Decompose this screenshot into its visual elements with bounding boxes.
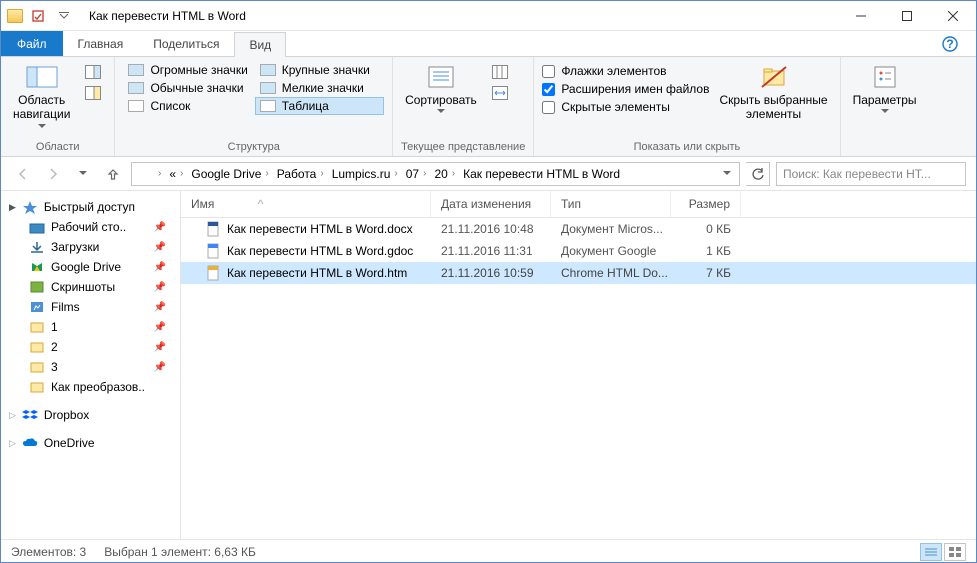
breadcrumb-segment[interactable]: Работа› — [273, 163, 328, 185]
tree-item[interactable]: Рабочий сто..📌 — [17, 217, 180, 237]
status-selected: Выбран 1 элемент: 6,63 КБ — [104, 545, 256, 559]
qat-properties[interactable] — [27, 5, 49, 27]
layout-large[interactable]: Крупные значки — [255, 61, 384, 79]
tab-share[interactable]: Поделиться — [138, 31, 234, 56]
group-show-hide-label: Показать или скрыть — [542, 139, 831, 156]
layout-normal[interactable]: Обычные значки — [123, 79, 252, 97]
back-button[interactable] — [11, 162, 35, 186]
quick-access-node[interactable]: ▶Быстрый доступ — [5, 197, 180, 217]
folder-icon — [7, 9, 23, 23]
sort-button[interactable]: Сортировать — [401, 61, 481, 115]
tree-item[interactable]: Скриншоты📌 — [17, 277, 180, 297]
forward-button[interactable] — [41, 162, 65, 186]
folder-icon — [138, 167, 154, 180]
chk-item-checkboxes[interactable]: Флажки элементов — [542, 63, 709, 79]
address-dropdown-icon[interactable] — [717, 171, 737, 176]
tree-item[interactable]: 3📌 — [17, 357, 180, 377]
breadcrumb-bar[interactable]: › «› Google Drive›Работа›Lumpics.ru›07›2… — [131, 162, 740, 186]
column-headers[interactable]: Имя ^ Дата изменения Тип Размер — [181, 191, 976, 218]
chevron-down-icon — [881, 109, 889, 113]
dropbox-node[interactable]: ▷Dropbox — [5, 405, 180, 425]
tree-item[interactable]: Загрузки📌 — [17, 237, 180, 257]
group-layout-label: Структура — [123, 139, 384, 156]
ribbon-tabs: Файл Главная Поделиться Вид ? — [1, 31, 976, 57]
options-button[interactable]: Параметры — [849, 61, 921, 115]
file-row[interactable]: Как перевести HTML в Word.gdoc21.11.2016… — [181, 240, 976, 262]
layout-list[interactable]: Список — [123, 97, 252, 115]
navigation-pane-label: Область навигации — [13, 93, 70, 122]
navigation-tree[interactable]: ▶Быстрый доступ Рабочий сто..📌Загрузки📌G… — [1, 191, 181, 539]
window-title: Как перевести HTML в Word — [89, 9, 246, 23]
breadcrumb-segment[interactable]: 07› — [402, 163, 431, 185]
layout-table[interactable]: Таблица — [255, 97, 384, 115]
breadcrumb-segment[interactable]: Google Drive› — [187, 163, 272, 185]
tab-view[interactable]: Вид — [234, 32, 286, 57]
col-date[interactable]: Дата изменения — [431, 191, 551, 217]
chevron-down-icon — [38, 124, 46, 128]
chk-file-extensions[interactable]: Расширения имен файлов — [542, 81, 709, 97]
group-panes-label: Области — [9, 139, 106, 156]
status-count: Элементов: 3 — [11, 545, 86, 559]
minimize-button[interactable] — [838, 1, 884, 31]
view-thumbnails-button[interactable] — [944, 543, 966, 561]
breadcrumb-segment[interactable]: 20› — [430, 163, 459, 185]
search-input[interactable]: Поиск: Как перевести HT... — [776, 162, 966, 186]
qat-dropdown[interactable] — [53, 5, 75, 27]
refresh-button[interactable] — [746, 162, 770, 186]
tree-item[interactable]: 2📌 — [17, 337, 180, 357]
view-details-button[interactable] — [920, 543, 942, 561]
tab-file[interactable]: Файл — [1, 31, 63, 56]
tab-home[interactable]: Главная — [63, 31, 139, 56]
status-bar: Элементов: 3 Выбран 1 элемент: 6,63 КБ — [1, 539, 976, 563]
chk-hidden-items[interactable]: Скрытые элементы — [542, 99, 709, 115]
maximize-button[interactable] — [884, 1, 930, 31]
up-button[interactable] — [101, 162, 125, 186]
hide-selected-button[interactable]: Скрыть выбранные элементы — [715, 61, 831, 124]
preview-pane-button[interactable] — [80, 63, 106, 81]
title-bar: Как перевести HTML в Word — [1, 1, 976, 31]
layout-small[interactable]: Мелкие значки — [255, 79, 384, 97]
help-icon[interactable]: ? — [936, 32, 964, 56]
svg-text:?: ? — [946, 37, 953, 51]
file-list: Имя ^ Дата изменения Тип Размер Как пере… — [181, 191, 976, 539]
tree-item[interactable]: Как преобразов.. — [17, 377, 180, 397]
col-name[interactable]: Имя ^ — [181, 191, 431, 217]
tree-item[interactable]: 1📌 — [17, 317, 180, 337]
breadcrumb-segment[interactable]: Lumpics.ru› — [328, 163, 402, 185]
size-columns-button[interactable] — [487, 84, 513, 102]
recent-locations-button[interactable] — [71, 162, 95, 186]
layout-huge[interactable]: Огромные значки — [123, 61, 252, 79]
chevron-down-icon — [437, 109, 445, 113]
file-row[interactable]: Как перевести HTML в Word.htm21.11.2016 … — [181, 262, 976, 284]
crumb-prefix[interactable]: «› — [165, 163, 187, 185]
ribbon: Область навигации Области Огромные значк… — [1, 57, 976, 157]
tree-item[interactable]: Films📌 — [17, 297, 180, 317]
col-size[interactable]: Размер — [671, 191, 741, 217]
group-current-view-label: Текущее представление — [401, 139, 525, 156]
tree-item[interactable]: Google Drive📌 — [17, 257, 180, 277]
onedrive-node[interactable]: ▷OneDrive — [5, 433, 180, 453]
add-columns-button[interactable] — [487, 63, 513, 81]
close-button[interactable] — [930, 1, 976, 31]
breadcrumb-segment[interactable]: Как перевести HTML в Word — [459, 163, 624, 185]
details-pane-button[interactable] — [80, 84, 106, 102]
file-row[interactable]: Как перевести HTML в Word.docx21.11.2016… — [181, 218, 976, 240]
navigation-pane-button[interactable]: Область навигации — [9, 61, 74, 130]
col-type[interactable]: Тип — [551, 191, 671, 217]
address-bar: › «› Google Drive›Работа›Lumpics.ru›07›2… — [1, 157, 976, 191]
